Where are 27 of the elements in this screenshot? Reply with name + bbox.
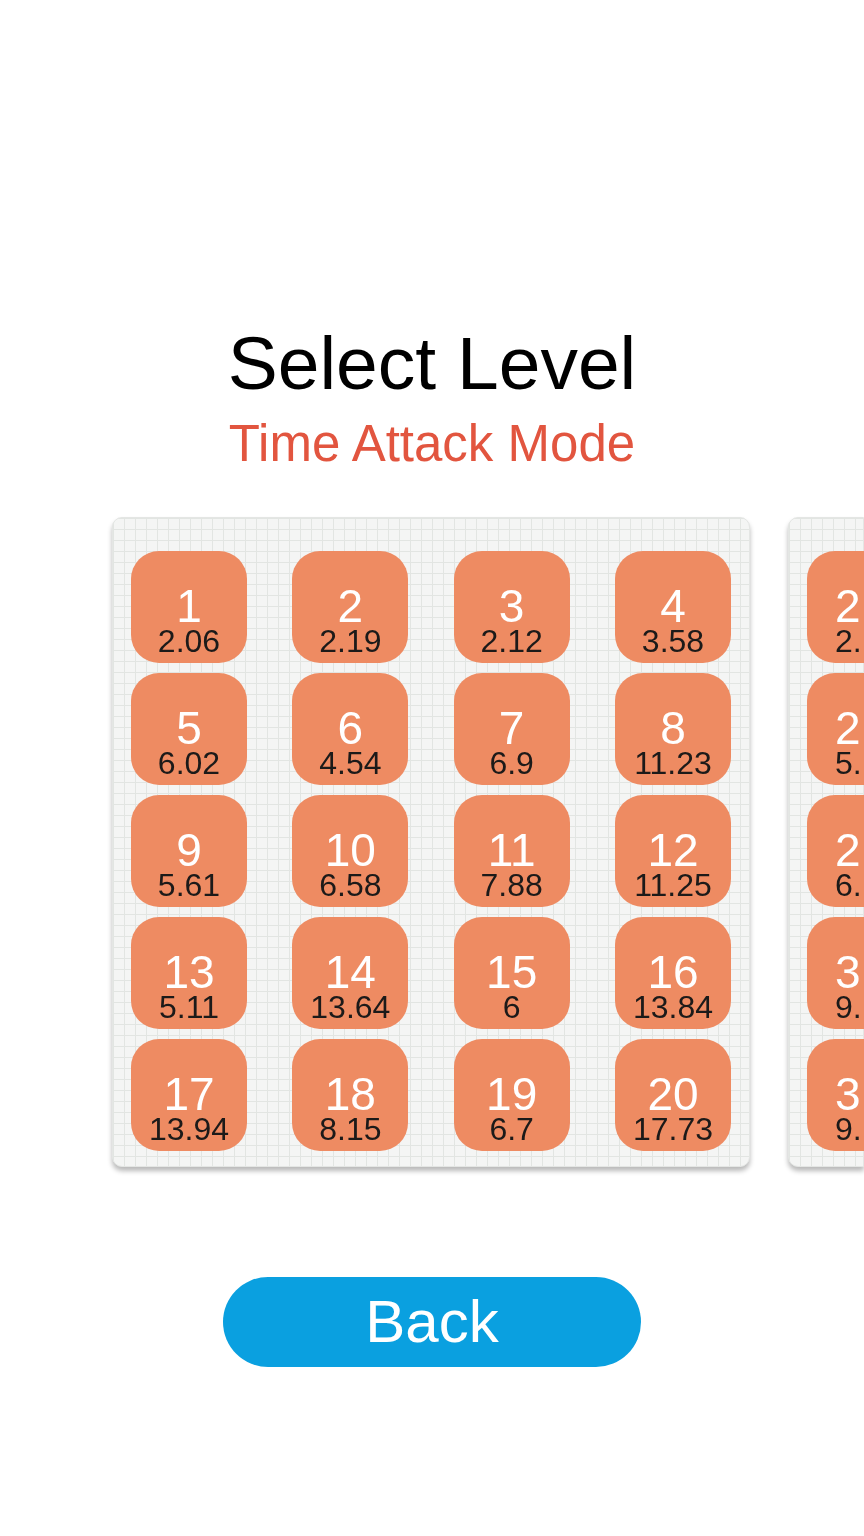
level-tile[interactable]: 2 5.	[807, 673, 864, 785]
screen-title: Select Level	[227, 326, 637, 401]
level-tile[interactable]: 11 7.88	[453, 795, 570, 907]
level-tile[interactable]: 13 5.11	[131, 917, 247, 1029]
level-tile[interactable]: 19 6.7	[453, 1039, 570, 1151]
level-tile[interactable]: 5 6.02	[131, 673, 247, 785]
level-tile[interactable]: 6 4.54	[292, 673, 409, 785]
mode-subtitle: Time Attack Mode	[228, 418, 636, 469]
level-tile[interactable]: 2 2.	[807, 551, 864, 663]
level-tile[interactable]: 17 13.94	[131, 1039, 247, 1151]
level-tile[interactable]: 3 2.12	[453, 551, 570, 663]
level-tile[interactable]: 9 5.61	[131, 795, 247, 907]
level-tile[interactable]: 18 8.15	[292, 1039, 409, 1151]
level-tile[interactable]: 14 13.64	[292, 917, 409, 1029]
level-tile[interactable]: 7 6.9	[453, 673, 570, 785]
level-tile[interactable]: 2 6.	[807, 795, 864, 907]
level-tile[interactable]: 8 11.23	[615, 673, 731, 785]
level-tile[interactable]: 4 3.58	[615, 551, 731, 663]
level-tile[interactable]: 15 6	[453, 917, 570, 1029]
level-tile[interactable]: 1 2.06	[131, 551, 247, 663]
level-tile[interactable]: 12 11.25	[615, 795, 731, 907]
level-tile[interactable]: 10 6.58	[292, 795, 409, 907]
level-tile[interactable]: 3 9.	[807, 917, 864, 1029]
level-tile[interactable]: 3 9.	[807, 1039, 864, 1151]
level-tile[interactable]: 20 17.73	[615, 1039, 731, 1151]
level-tile[interactable]: 2 2.19	[292, 551, 409, 663]
level-tile[interactable]: 16 13.84	[615, 917, 731, 1029]
